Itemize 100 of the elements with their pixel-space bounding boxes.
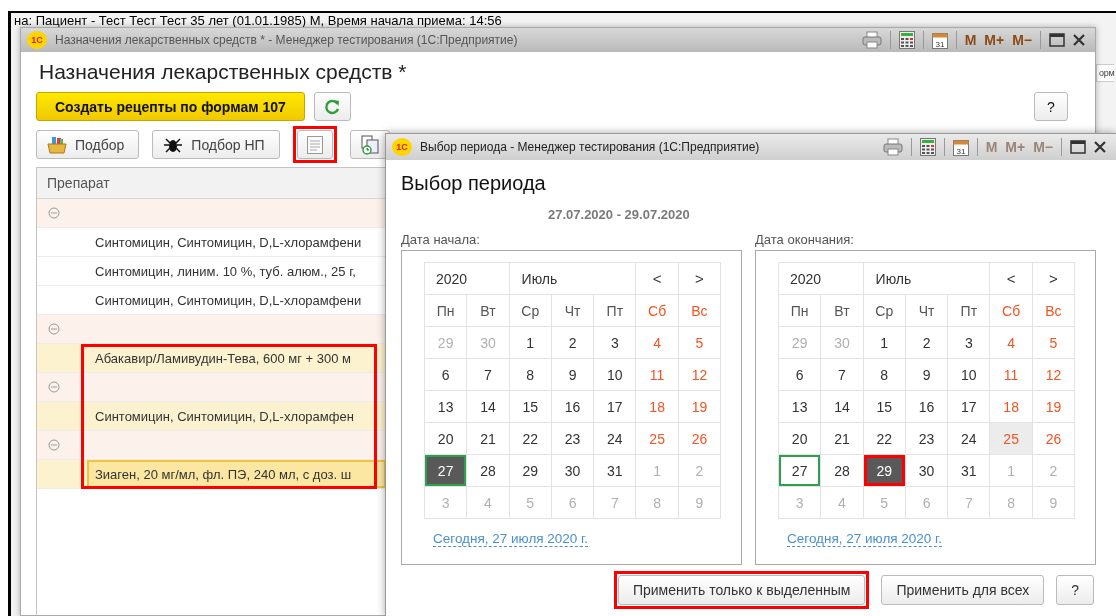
weekday-label: Ср (509, 295, 551, 326)
calendar-day[interactable]: 1 (509, 327, 551, 358)
calendar-day[interactable]: 24 (594, 423, 636, 454)
weekday-label: Сб (990, 295, 1032, 326)
calendar-day[interactable]: 19 (1032, 391, 1075, 422)
calendar-day[interactable]: 14 (821, 391, 863, 422)
calendar-day[interactable]: 23 (551, 423, 594, 454)
table-row[interactable] (37, 431, 386, 460)
apply-button[interactable]: Применить для всех (881, 575, 1045, 605)
calculator-icon[interactable] (898, 31, 915, 49)
collapse-icon[interactable] (48, 323, 60, 335)
calendar-day[interactable]: 14 (467, 391, 509, 422)
calendar-day[interactable]: 20 (425, 423, 467, 454)
calendar-day[interactable]: 4 (636, 327, 678, 358)
maximize-icon[interactable] (1049, 33, 1065, 47)
calendar-day[interactable]: 2 (905, 327, 948, 358)
help-button[interactable]: ? (1034, 92, 1068, 121)
close-icon[interactable] (1094, 141, 1106, 153)
calendar-day[interactable]: 29 (863, 455, 905, 486)
next-month-button[interactable]: > (1032, 263, 1075, 294)
period-text: 27.07.2020 - 29.07.2020 (548, 207, 691, 222)
calendar-day[interactable]: 22 (863, 423, 905, 454)
calendar-day[interactable]: 26 (678, 423, 721, 454)
selection-button[interactable]: Подбор НП (152, 130, 280, 159)
calendar-day[interactable]: 28 (467, 455, 509, 486)
calendar-day[interactable]: 4 (990, 327, 1032, 358)
calendar-icon[interactable]: 31 (931, 31, 948, 49)
maximize-icon[interactable] (1070, 140, 1086, 154)
calendar-day[interactable]: 31 (948, 455, 990, 486)
apply-button[interactable]: Применить только к выделенным (617, 575, 866, 605)
calendar-day[interactable]: 24 (948, 423, 990, 454)
next-month-button[interactable]: > (678, 263, 721, 294)
calendar-day[interactable]: 29 (509, 455, 551, 486)
column-header[interactable]: Препарат (37, 175, 110, 191)
calendar-day[interactable]: 16 (551, 391, 594, 422)
calendar-day[interactable]: 30 (905, 455, 948, 486)
calendar-day[interactable]: 27 (425, 455, 467, 486)
icon-button[interactable] (349, 130, 390, 159)
selection-button[interactable]: Подбор (36, 130, 140, 159)
calendar-day[interactable]: 8 (863, 359, 905, 390)
memory-button[interactable]: M+ (984, 32, 1005, 48)
refresh-button[interactable] (313, 92, 351, 121)
close-icon[interactable] (1073, 34, 1085, 46)
calendar-day[interactable]: 6 (425, 359, 467, 390)
year-dropdown[interactable]: 2020 (779, 263, 863, 294)
month-dropdown[interactable]: Июль (863, 263, 990, 294)
calendar-day[interactable]: 21 (821, 423, 863, 454)
create-prescriptions-button[interactable]: Создать рецепты по формам 107 (36, 92, 305, 121)
calendar-day[interactable]: 17 (594, 391, 636, 422)
calendar-day[interactable]: 2 (551, 327, 594, 358)
calendar-day[interactable]: 9 (905, 359, 948, 390)
year-dropdown[interactable]: 2020 (425, 263, 509, 294)
weekday-label: Вс (1032, 295, 1075, 326)
calendar-day[interactable]: 5 (678, 327, 721, 358)
calendar-day[interactable]: 9 (551, 359, 594, 390)
calendar-day[interactable]: 15 (863, 391, 905, 422)
calendar-day[interactable]: 25 (636, 423, 678, 454)
previous-month-button[interactable]: < (636, 263, 678, 294)
calendar-day[interactable]: 21 (467, 423, 509, 454)
printer-icon[interactable] (861, 31, 882, 49)
calendar-day[interactable]: 6 (779, 359, 821, 390)
table-cell-text: Синтомицин, Синтомицин, D,L-хлорамфени (94, 291, 363, 310)
calendar-day[interactable]: 22 (509, 423, 551, 454)
calendar-day[interactable]: 1 (863, 327, 905, 358)
calendar-day[interactable]: 17 (948, 391, 990, 422)
today-link[interactable]: Сегодня, 27 июля 2020 г. (433, 531, 589, 547)
collapse-icon[interactable] (48, 381, 60, 393)
calendar-day[interactable]: 28 (821, 455, 863, 486)
calendar-day[interactable]: 15 (509, 391, 551, 422)
memory-button[interactable]: M (964, 32, 977, 48)
calendar-day[interactable]: 19 (678, 391, 721, 422)
calendar-day[interactable]: 20 (779, 423, 821, 454)
calendar-day[interactable]: 16 (905, 391, 948, 422)
month-dropdown[interactable]: Июль (509, 263, 636, 294)
help-button[interactable]: ? (1056, 575, 1094, 605)
printer-icon[interactable] (882, 138, 903, 156)
table-row[interactable] (37, 373, 386, 402)
calendar-day[interactable]: 7 (467, 359, 509, 390)
collapse-icon[interactable] (48, 207, 60, 219)
calendar-day[interactable]: 3 (948, 327, 990, 358)
calendar-day[interactable]: 13 (425, 391, 467, 422)
calendar-day[interactable]: 10 (594, 359, 636, 390)
previous-month-button[interactable]: < (990, 263, 1032, 294)
calendar-day[interactable]: 8 (509, 359, 551, 390)
collapse-icon[interactable] (48, 439, 60, 451)
calendar-day[interactable]: 7 (821, 359, 863, 390)
calendar-day[interactable]: 13 (779, 391, 821, 422)
calendar-day[interactable]: 27 (779, 455, 821, 486)
calendar-day[interactable]: 5 (1032, 327, 1075, 358)
calendar-day[interactable]: 30 (551, 455, 594, 486)
calendar-day[interactable]: 31 (594, 455, 636, 486)
table-row[interactable]: Синтомицин, Синтомицин, D,L-хлорамфен (37, 402, 386, 431)
calendar-day[interactable]: 3 (594, 327, 636, 358)
calculator-icon[interactable] (919, 138, 936, 156)
memory-button[interactable]: M− (1012, 32, 1032, 48)
calendar-day[interactable]: 10 (948, 359, 990, 390)
calendar-day[interactable]: 26 (1032, 423, 1075, 454)
calendar-day[interactable]: 23 (905, 423, 948, 454)
today-link[interactable]: Сегодня, 27 июля 2020 г. (787, 531, 943, 547)
calendar-icon[interactable]: 31 (952, 138, 969, 156)
